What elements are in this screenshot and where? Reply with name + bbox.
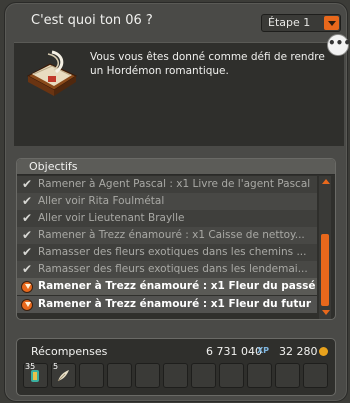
objective-item-active[interactable]: Ramener à Trezz énamouré : x1 Fleur du p… — [17, 278, 317, 295]
quest-title: C'est quoi ton 06 ? — [31, 13, 153, 28]
objective-text: Ramener à Trezz énamouré : x1 Caisse de … — [38, 229, 305, 241]
check-icon: ✔ — [22, 228, 33, 242]
rewards-panel: Récompenses 6 731 040 XP 32 280 35 5 — [16, 338, 336, 396]
objective-item-active[interactable]: Ramener à Trezz énamouré : x1 Fleur du f… — [17, 296, 317, 313]
check-icon: ✔ — [22, 245, 33, 259]
reward-slot-empty[interactable] — [107, 363, 132, 388]
xp-value: 6 731 040 — [206, 345, 262, 358]
check-icon: ✔ — [22, 262, 33, 276]
check-icon: ✔ — [22, 211, 33, 225]
scroll-up-icon[interactable] — [322, 179, 330, 184]
feather-icon — [57, 370, 69, 382]
check-icon: ✔ — [22, 194, 33, 208]
reward-slot-empty[interactable] — [191, 363, 216, 388]
quest-book-icon — [26, 50, 78, 96]
reward-slot-empty[interactable] — [303, 363, 328, 388]
objective-marker-icon — [21, 299, 33, 311]
kamas-icon — [319, 347, 328, 356]
kamas-value: 32 280 — [279, 345, 318, 358]
quest-description: Vous vous êtes donné comme défi de rendr… — [90, 51, 325, 77]
objective-marker-icon — [21, 281, 33, 293]
objectives-header: Objectifs — [17, 159, 335, 175]
objective-item[interactable]: ✔ Ramener à Trezz énamouré : x1 Caisse d… — [17, 227, 317, 244]
step-dropdown-value: Étape 1 — [268, 16, 311, 29]
objective-item[interactable]: ✔ Aller voir Lieutenant Braylle — [17, 210, 317, 227]
objectives-scrollbar[interactable] — [319, 176, 331, 319]
reward-quantity: 5 — [53, 362, 59, 371]
objective-text: Aller voir Lieutenant Braylle — [38, 212, 185, 224]
step-dropdown[interactable]: Étape 1 — [261, 14, 341, 32]
objective-text: Ramasser des fleurs exotiques dans les l… — [38, 263, 308, 275]
scroll-thumb[interactable] — [321, 234, 329, 306]
check-icon: ✔ — [22, 177, 33, 191]
objectives-panel: Objectifs ✔ Ramener à Agent Pascal : x1 … — [16, 158, 336, 320]
reward-slot[interactable]: 5 — [51, 362, 76, 388]
reward-slot-empty[interactable] — [163, 363, 188, 388]
reward-quantity: 35 — [25, 362, 36, 371]
reward-slot[interactable]: 35 — [23, 362, 48, 388]
objective-text: Ramener à Trezz énamouré : x1 Fleur du f… — [38, 298, 312, 310]
reward-slot-empty[interactable] — [275, 363, 300, 388]
rewards-title: Récompenses — [31, 345, 108, 358]
reward-slot-empty[interactable] — [247, 363, 272, 388]
xp-icon: XP — [257, 346, 270, 355]
chevron-down-icon[interactable] — [324, 16, 339, 30]
reward-slot-empty[interactable] — [135, 363, 160, 388]
objective-item[interactable]: ✔ Aller voir Rita Foulmétal — [17, 193, 317, 210]
objective-item[interactable]: ✔ Ramener à Agent Pascal : x1 Livre de l… — [17, 176, 317, 193]
objective-item[interactable]: ✔ Ramasser des fleurs exotiques dans les… — [17, 244, 317, 261]
reward-slot-empty[interactable] — [219, 363, 244, 388]
reward-slot-empty[interactable] — [79, 363, 104, 388]
scroll-icon — [31, 370, 39, 382]
objective-text: Ramener à Agent Pascal : x1 Livre de l'a… — [38, 178, 311, 190]
objective-item[interactable]: ✔ Ramasser des fleurs exotiques dans les… — [17, 261, 317, 278]
objective-text: Ramasser des fleurs exotiques dans les c… — [38, 246, 307, 258]
scroll-down-icon[interactable] — [322, 310, 330, 315]
objective-text: Aller voir Rita Foulmétal — [38, 195, 165, 207]
objective-text: Ramener à Trezz énamouré : x1 Fleur du p… — [38, 280, 316, 292]
